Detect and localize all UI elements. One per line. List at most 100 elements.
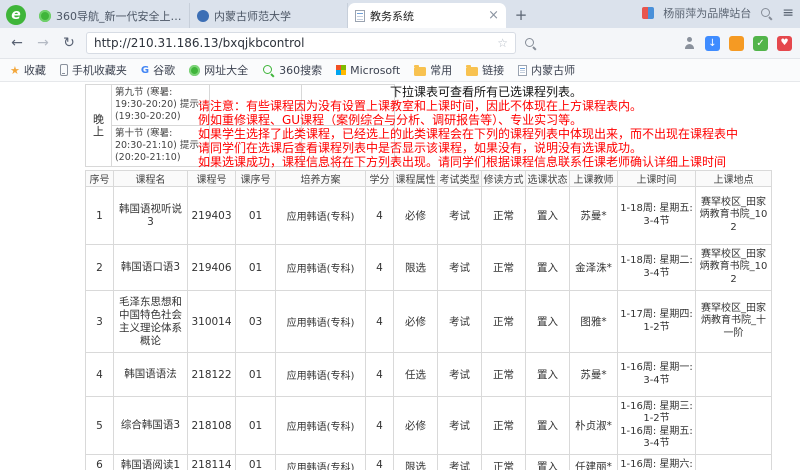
tab-title: 内蒙古师范大学 <box>214 8 340 24</box>
col-header-class-seq: 课序号 <box>236 171 276 187</box>
col-header-index: 序号 <box>86 171 114 187</box>
cell-course-name: 韩国语语法 <box>114 353 188 397</box>
cell-index: 5 <box>86 397 114 455</box>
bookmark-label: 内蒙古师 <box>531 62 575 78</box>
cell-class-time: 1-18周: 星期二: 3-4节 <box>618 245 696 291</box>
tab-jiaowu-active[interactable]: 教务系统 × <box>348 3 506 28</box>
download-icon[interactable]: ↓ <box>705 36 720 51</box>
cell-index: 3 <box>86 291 114 353</box>
browser-logo-icon[interactable]: e <box>6 5 26 25</box>
bookmark-mobile-favorites[interactable]: 手机收藏夹 <box>60 62 127 78</box>
user-account-icon[interactable] <box>683 37 696 50</box>
col-header-enroll-status: 选课状态 <box>526 171 570 187</box>
notice-block: 下拉课表可查看所有已选课程列表。 请注意：有些课程因为没有设置上课教室和上课时间… <box>198 85 774 169</box>
notice-heading: 下拉课表可查看所有已选课程列表。 <box>198 85 774 99</box>
cell-credit: 4 <box>366 291 394 353</box>
bookmark-star-icon[interactable]: ☆ <box>497 36 508 50</box>
bookmark-imnu[interactable]: 内蒙古师 <box>518 62 575 78</box>
new-tab-button[interactable]: + <box>510 4 532 26</box>
bookmark-favorites[interactable]: ★ 收藏 <box>10 62 46 78</box>
bookmark-microsoft[interactable]: Microsoft <box>336 64 400 77</box>
cell-credit: 4 <box>366 187 394 245</box>
cell-study-mode: 正常 <box>482 455 526 470</box>
bookmark-folder-common[interactable]: 常用 <box>414 62 452 78</box>
forward-icon[interactable]: → <box>34 35 52 51</box>
bookmark-label: 网址大全 <box>204 62 248 78</box>
tab-title: 教务系统 <box>370 8 483 24</box>
back-icon[interactable]: ← <box>8 35 26 51</box>
cell-class-place <box>696 397 772 455</box>
col-header-attribute: 课程属性 <box>394 171 438 187</box>
menu-icon[interactable]: ≡ <box>782 5 794 21</box>
cell-attribute: 必修 <box>394 291 438 353</box>
cell-class-seq: 01 <box>236 353 276 397</box>
cell-attribute: 必修 <box>394 397 438 455</box>
cell-attribute: 限选 <box>394 455 438 470</box>
cell-course-name: 韩国语口语3 <box>114 245 188 291</box>
cell-course-code: 219406 <box>188 245 236 291</box>
cell-teacher: 任建丽* <box>570 455 618 470</box>
cell-study-mode: 正常 <box>482 291 526 353</box>
favorites-extension-icon[interactable] <box>777 36 792 51</box>
cell-enroll-status: 置入 <box>526 353 570 397</box>
table-row: 1 韩国语视听说3 219403 01 应用韩语(专科) 4 必修 考试 正常 … <box>86 187 772 245</box>
table-row: 5 综合韩国语3 218108 01 应用韩语(专科) 4 必修 考试 正常 置… <box>86 397 772 455</box>
cell-teacher: 苏曼* <box>570 187 618 245</box>
search-icon[interactable] <box>760 7 773 20</box>
col-header-class-time: 上课时间 <box>618 171 696 187</box>
notice-line: 例如重修课程、GU课程（案例综合与分析、调研报告等）、专业实习等。 <box>198 113 774 127</box>
cell-class-seq: 01 <box>236 187 276 245</box>
refresh-icon[interactable]: ↻ <box>60 35 78 51</box>
google-icon: G <box>141 65 149 76</box>
cell-exam-type: 考试 <box>438 397 482 455</box>
360-site-icon <box>189 65 200 76</box>
promo-link[interactable]: 杨丽萍为品牌站台 <box>663 5 751 21</box>
cell-credit: 4 <box>366 455 394 470</box>
col-header-class-place: 上课地点 <box>696 171 772 187</box>
page-icon <box>518 65 527 76</box>
bookmark-label: 谷歌 <box>153 62 175 78</box>
cell-class-seq: 03 <box>236 291 276 353</box>
url-search-icon[interactable] <box>524 37 537 50</box>
notice-line: 如果学生选择了此类课程，已经选上的此类课程会在下列的课程列表中体现出来，而不出现… <box>198 127 774 141</box>
cell-credit: 4 <box>366 353 394 397</box>
cell-class-time: 1-16周: 星期一: 3-4节 <box>618 353 696 397</box>
tab-favicon-jiaowu-icon <box>355 10 365 22</box>
col-header-course-name: 课程名 <box>114 171 188 187</box>
cell-program: 应用韩语(专科) <box>276 397 366 455</box>
tab-imnu[interactable]: 内蒙古师范大学 <box>190 3 348 28</box>
browser-window: e 360导航_新一代安全上网导航 内蒙古师范大学 教务系统 × + 杨丽萍为品… <box>0 0 800 470</box>
cell-course-name: 毛泽东思想和中国特色社会主义理论体系概论 <box>114 291 188 353</box>
cell-credit: 4 <box>366 245 394 291</box>
cell-index: 6 <box>86 455 114 470</box>
cell-attribute: 限选 <box>394 245 438 291</box>
cell-program: 应用韩语(专科) <box>276 353 366 397</box>
cell-index: 4 <box>86 353 114 397</box>
bookmark-360-search[interactable]: 360搜索 <box>262 62 322 78</box>
bookmark-folder-links[interactable]: 链接 <box>466 62 504 78</box>
bookmark-google[interactable]: G 谷歌 <box>141 62 175 78</box>
cell-study-mode: 正常 <box>482 397 526 455</box>
col-header-course-code: 课程号 <box>188 171 236 187</box>
address-toolbar: ← → ↻ http://210.31.186.13/bxqjkbcontrol… <box>0 28 800 59</box>
cell-class-place: 赛罕校区_田家炳教育书院_102 <box>696 245 772 291</box>
tab-close-icon[interactable]: × <box>488 9 499 22</box>
cell-class-time: 1-18周: 星期五: 3-4节 <box>618 187 696 245</box>
tab-360nav[interactable]: 360导航_新一代安全上网导航 <box>32 3 190 28</box>
green-search-icon <box>262 64 275 77</box>
cell-exam-type: 考试 <box>438 353 482 397</box>
bookmark-label: 360搜索 <box>279 62 322 78</box>
page-content: 晚上 第九节 (寒暑: 19:30-20:20) 提示: (19:30-20:2… <box>0 82 800 470</box>
wangpan-extension-icon[interactable] <box>729 36 744 51</box>
security-shield-icon[interactable] <box>753 36 768 51</box>
cell-course-name: 综合韩国语3 <box>114 397 188 455</box>
cell-program: 应用韩语(专科) <box>276 245 366 291</box>
phone-icon <box>60 64 68 76</box>
address-bar[interactable]: http://210.31.186.13/bxqjkbcontrol ☆ <box>86 32 516 54</box>
cell-course-code: 218122 <box>188 353 236 397</box>
address-url[interactable]: http://210.31.186.13/bxqjkbcontrol <box>94 36 304 50</box>
table-header-row: 序号 课程名 课程号 课序号 培养方案 学分 课程属性 考试类型 修读方式 选课… <box>86 171 772 187</box>
table-row: 3 毛泽东思想和中国特色社会主义理论体系概论 310014 03 应用韩语(专科… <box>86 291 772 353</box>
cell-class-time: 1-16周: 星期六: 1-2节 <box>618 455 696 470</box>
bookmark-360-sites[interactable]: 网址大全 <box>189 62 248 78</box>
